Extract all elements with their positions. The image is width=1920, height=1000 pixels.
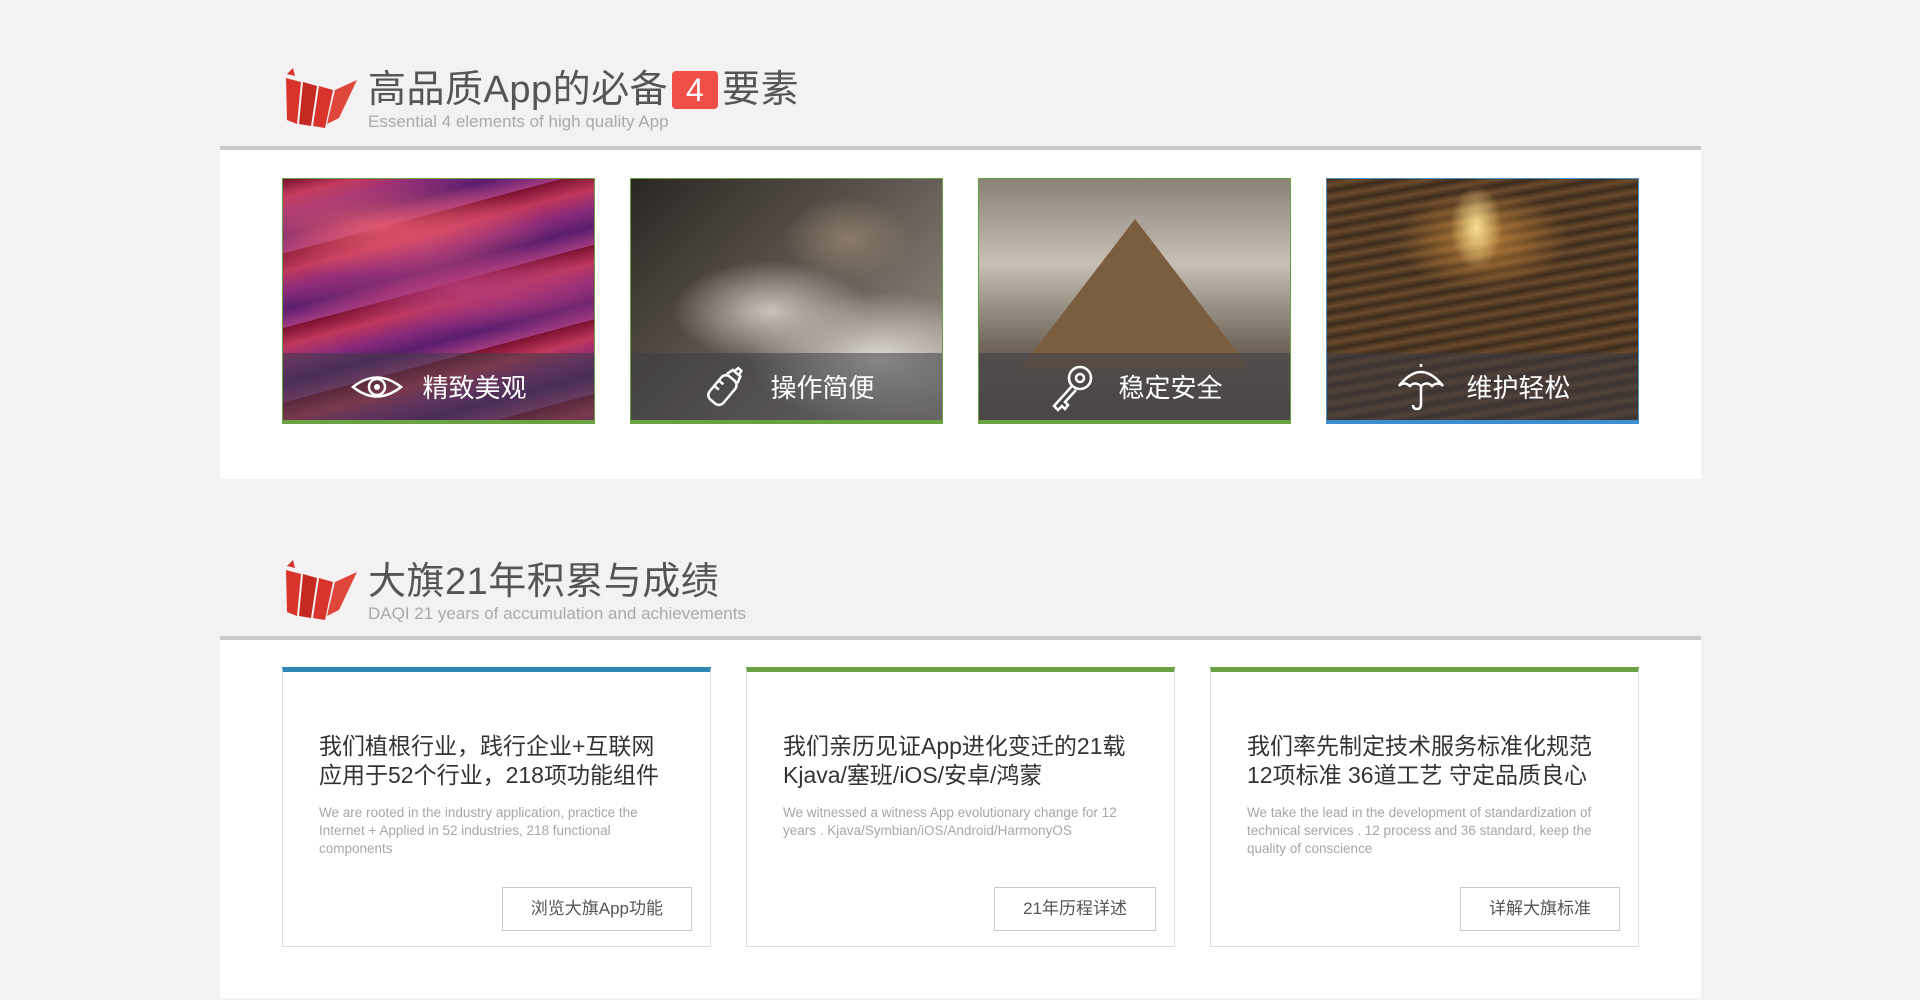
count-badge: 4 [672,71,719,109]
baby-bottle-icon [707,365,744,406]
key-icon [1052,365,1093,412]
feature-caption: 稳定安全 [979,353,1290,420]
brand-flag-logo [286,560,357,620]
achievement-description: We are rooted in the industry applicatio… [319,805,638,856]
achievement-description: We witnessed a witness App evolutionary … [783,805,1117,838]
achievements-panel: 我们植根行业，践行企业+互联网 应用于52个行业，218项功能组件 We are… [220,636,1701,998]
achievement-card-standards: 我们率先制定技术服务标准化规范 12项标准 36道工艺 守定品质良心 We ta… [1210,667,1639,947]
achievement-title-line: 我们率先制定技术服务标准化规范 [1247,733,1592,759]
feature-label: 维护轻松 [1466,373,1571,403]
achievement-title-line: 我们亲历见证App进化变迁的21载 [783,733,1126,759]
feature-label: 操作简便 [770,373,875,403]
brand-flag-logo [286,68,357,128]
section-header-quality: 高品质App的必备 4 要素 Essential 4 elements of h… [283,68,799,132]
feature-card-maintenance[interactable]: 维护轻松 [1326,178,1639,424]
achievement-title-line: 应用于52个行业，218项功能组件 [319,762,659,788]
section-title-text-end: 要素 [722,69,800,111]
umbrella-icon [1398,363,1445,410]
achievement-title: 我们亲历见证App进化变迁的21载 Kjava/塞班/iOS/安卓/鸿蒙 [783,732,1154,790]
feature-caption: 操作简便 [631,353,942,420]
feature-card-elegant[interactable]: 精致美观 [282,178,595,424]
feature-card-easy[interactable]: 操作简便 [630,178,943,424]
features-panel: 精致美观 操作简便 稳定安全 维护轻松 [220,146,1701,479]
achievement-title: 我们植根行业，践行企业+互联网 应用于52个行业，218项功能组件 [319,732,690,790]
achievement-title-line: 我们植根行业，践行企业+互联网 [319,733,655,759]
achievement-title: 我们率先制定技术服务标准化规范 12项标准 36道工艺 守定品质良心 [1247,732,1618,790]
achievement-title-line: Kjava/塞班/iOS/安卓/鸿蒙 [783,762,1043,788]
history-detail-button[interactable]: 21年历程详述 [994,887,1156,931]
standards-detail-button[interactable]: 详解大旗标准 [1460,887,1620,931]
section-title: 大旗21年积累与成绩 [368,560,746,604]
section-title-text: 大旗21年积累与成绩 [368,561,720,603]
feature-card-secure[interactable]: 稳定安全 [978,178,1291,424]
section-header-achievements: 大旗21年积累与成绩 DAQI 21 years of accumulation… [283,560,746,624]
pyramid-shape [1019,219,1250,369]
feature-label: 精致美观 [422,373,527,403]
eye-icon [351,375,404,398]
feature-caption: 维护轻松 [1327,353,1638,420]
browse-app-features-button[interactable]: 浏览大旗App功能 [501,887,692,931]
feature-caption: 精致美观 [283,353,594,420]
achievement-title-line: 12项标准 36道工艺 守定品质良心 [1247,762,1587,788]
feature-label: 稳定安全 [1118,373,1223,403]
achievement-description: We take the lead in the development of s… [1247,805,1592,856]
achievement-card-industry: 我们植根行业，践行企业+互联网 应用于52个行业，218项功能组件 We are… [282,667,711,947]
achievement-card-history: 我们亲历见证App进化变迁的21载 Kjava/塞班/iOS/安卓/鸿蒙 We … [746,667,1175,947]
section-title-text: 高品质App的必备 [368,69,669,111]
section-subtitle: DAQI 21 years of accumulation and achiev… [368,604,746,623]
section-title: 高品质App的必备 4 要素 [368,68,799,112]
section-subtitle: Essential 4 elements of high quality App [368,112,669,131]
